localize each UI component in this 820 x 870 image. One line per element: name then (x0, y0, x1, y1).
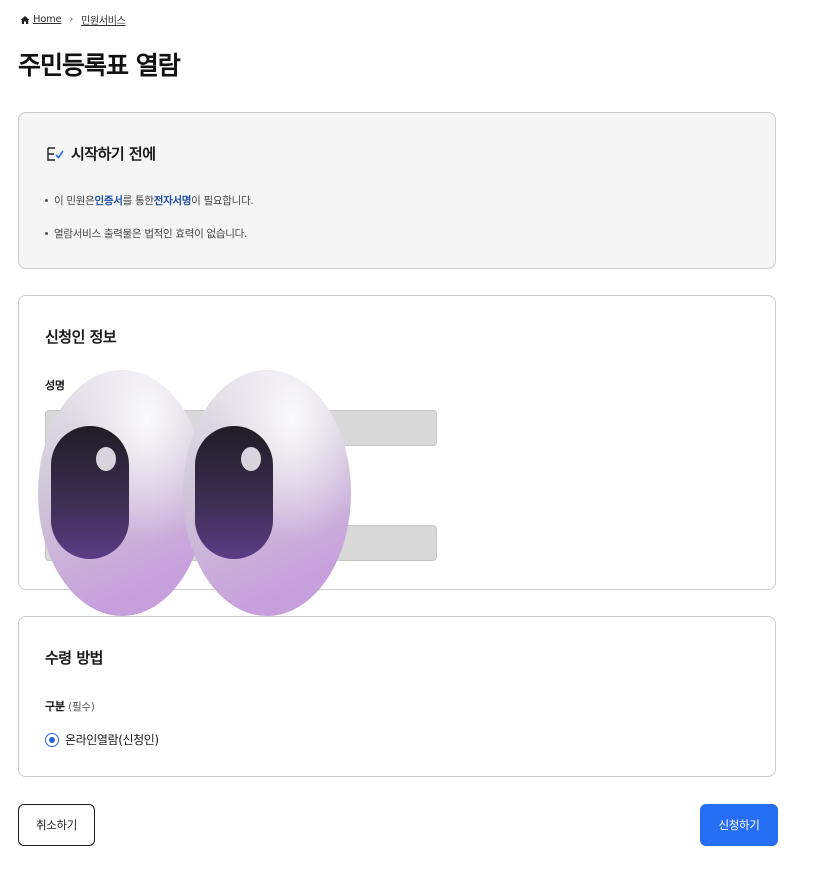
notice-highlight-certificate: 인증서 (94, 195, 123, 207)
notice-card: 시작하기 전에 이 민원은 인증서 를 통한 전자서명 이 필요합니다. 열람서… (18, 112, 776, 269)
breadcrumb-current-link[interactable]: 민원서비스 (81, 12, 126, 27)
breadcrumb-home-link[interactable]: Home (33, 14, 62, 25)
receipt-type-label: 구분 (필수) (45, 698, 95, 714)
applicant-section-title: 신청인 정보 (45, 328, 117, 346)
bullet (45, 199, 48, 202)
bullet (45, 232, 48, 235)
notice-item-legal: 열람서비스 출력물은 법적인 효력이 없습니다. (45, 226, 247, 241)
radio-selected-icon[interactable] (45, 732, 59, 747)
required-marker: (필수) (68, 701, 95, 713)
notice-text: 를 통한 (122, 195, 154, 207)
notice-text: 이 필요합니다. (191, 195, 254, 207)
checklist-icon (47, 146, 64, 161)
submit-button[interactable]: 신청하기 (700, 804, 778, 846)
notice-title: 시작하기 전에 (71, 145, 156, 163)
notice-header: 시작하기 전에 (45, 143, 156, 164)
receipt-method-card: 수령 방법 구분 (필수) 온라인열람(신청인) (18, 616, 776, 777)
radio-option-label: 온라인열람(신청인) (65, 733, 159, 747)
right-eye (183, 370, 351, 616)
breadcrumb: Home › 민원서비스 (20, 12, 126, 27)
notice-text: 열람서비스 출력물은 법적인 효력이 없습니다. (54, 228, 248, 240)
receipt-section-title: 수령 방법 (45, 649, 103, 667)
notice-item-signature: 이 민원은 인증서 를 통한 전자서명 이 필요합니다. (45, 193, 254, 208)
left-eye (38, 370, 206, 616)
mascot-eyes-overlay (38, 370, 351, 616)
notice-highlight-esignature: 전자서명 (153, 195, 192, 207)
page-title: 주민등록표 열람 (18, 51, 181, 80)
radio-option-online[interactable]: 온라인열람(신청인) (45, 731, 159, 748)
notice-text: 이 민원은 (54, 195, 95, 207)
cancel-button[interactable]: 취소하기 (18, 804, 95, 846)
breadcrumb-separator: › (69, 14, 74, 25)
home-icon (20, 15, 30, 24)
receipt-type-text: 구분 (45, 700, 65, 713)
